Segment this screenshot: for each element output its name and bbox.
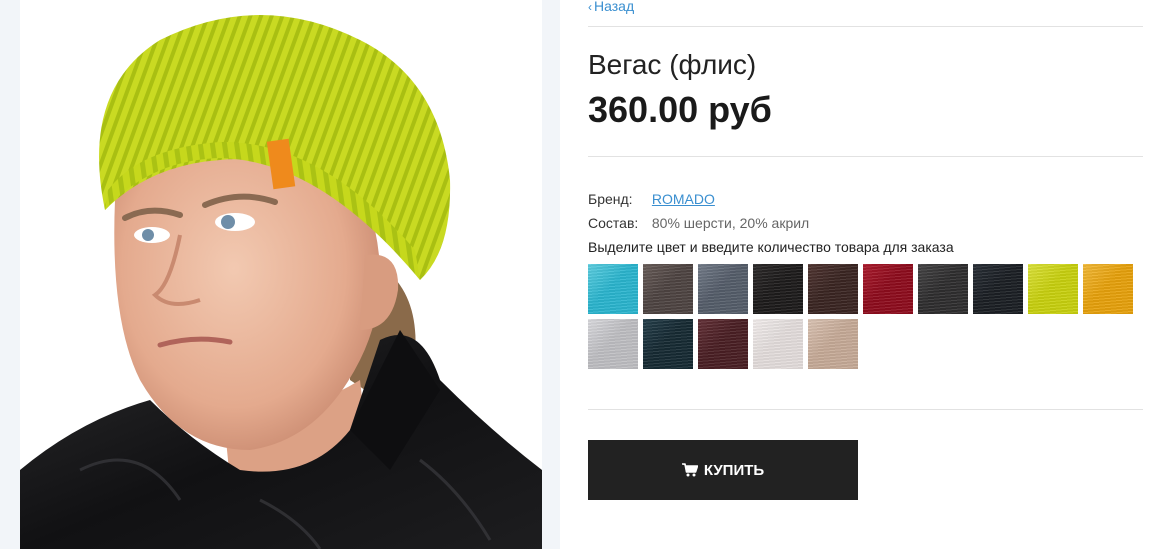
buy-button[interactable]: КУПИТЬ bbox=[588, 440, 858, 500]
color-swatch[interactable] bbox=[698, 264, 748, 314]
color-prompt: Выделите цвет и введите количество товар… bbox=[588, 239, 954, 255]
buy-button-label: КУПИТЬ bbox=[703, 461, 765, 479]
back-link-label: Назад bbox=[594, 0, 635, 14]
brand-link[interactable]: ROMADO bbox=[652, 191, 715, 207]
cart-icon bbox=[681, 463, 698, 477]
color-swatch[interactable] bbox=[1083, 264, 1133, 314]
product-photo-area bbox=[0, 0, 560, 549]
back-link[interactable]: ‹ Назад bbox=[588, 0, 634, 16]
color-swatch[interactable] bbox=[588, 264, 638, 314]
brand-label: Бренд: bbox=[588, 191, 633, 207]
color-swatch[interactable] bbox=[753, 319, 803, 369]
divider bbox=[588, 409, 1143, 410]
divider bbox=[588, 156, 1143, 157]
color-swatch[interactable] bbox=[863, 264, 913, 314]
divider bbox=[588, 26, 1143, 27]
color-swatch[interactable] bbox=[753, 264, 803, 314]
color-swatch[interactable] bbox=[643, 319, 693, 369]
product-title: Вегас (флис) bbox=[588, 49, 757, 80]
product-photo[interactable] bbox=[20, 0, 542, 549]
product-photo-illustration bbox=[20, 0, 542, 549]
color-swatch-list bbox=[588, 264, 1138, 369]
color-swatch[interactable] bbox=[918, 264, 968, 314]
color-swatch[interactable] bbox=[643, 264, 693, 314]
composition-value: 80% шерсти, 20% акрил bbox=[651, 215, 810, 231]
color-swatch[interactable] bbox=[588, 319, 638, 369]
color-swatch[interactable] bbox=[1028, 264, 1078, 314]
product-page: ‹ Назад Вегас (флис) 360.00 руб Бренд: RO… bbox=[0, 0, 1169, 549]
composition-label: Состав: bbox=[588, 215, 639, 231]
color-swatch[interactable] bbox=[808, 319, 858, 369]
product-price: 360.00 руб bbox=[588, 89, 772, 130]
spec-composition: Состав: 80% шерсти, 20% акрил bbox=[588, 214, 809, 232]
color-swatch[interactable] bbox=[973, 264, 1023, 314]
product-details: ‹ Назад Вегас (флис) 360.00 руб Бренд: RO… bbox=[588, 0, 1143, 549]
color-swatch[interactable] bbox=[808, 264, 858, 314]
chevron-left-icon: ‹ bbox=[588, 0, 592, 14]
spec-brand: Бренд: ROMADO bbox=[588, 190, 715, 208]
color-swatch[interactable] bbox=[698, 319, 748, 369]
